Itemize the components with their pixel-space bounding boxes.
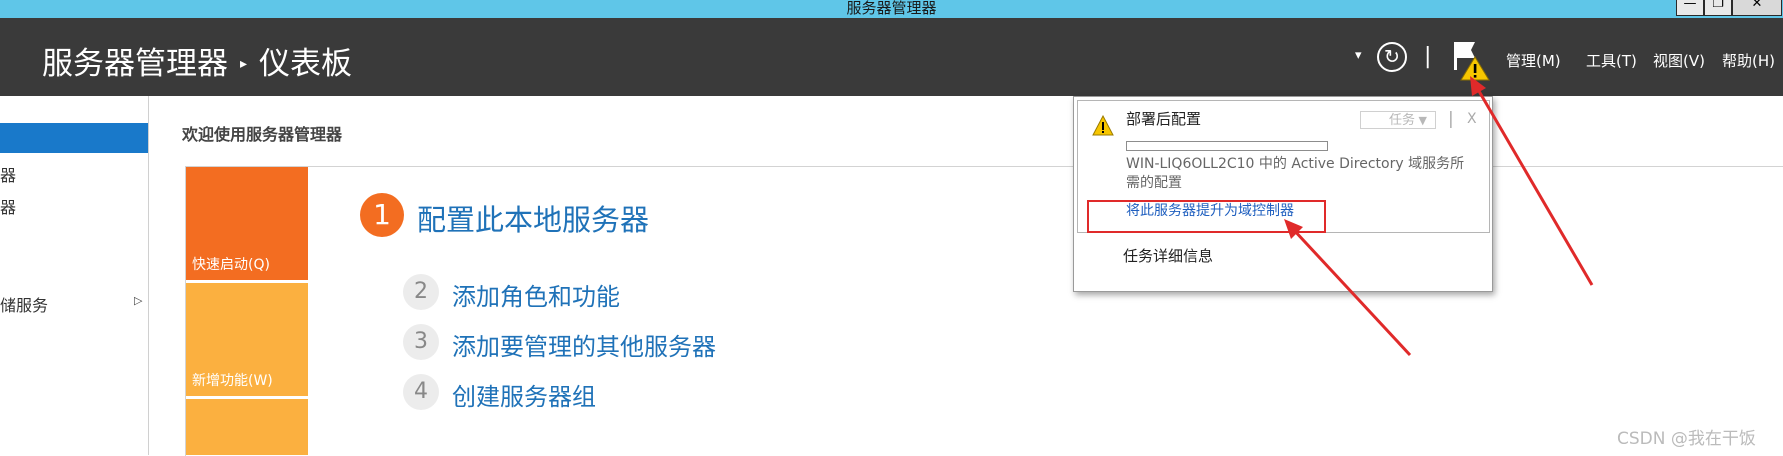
annotation-arrow-line-1: [1290, 226, 1412, 357]
annotation-arrowhead-2: [1470, 76, 1486, 96]
watermark: CSDN @我在干饭: [1617, 429, 1756, 449]
annotation-arrow-line-2: [1474, 85, 1594, 286]
annotation-arrows: [1284, 76, 1594, 357]
